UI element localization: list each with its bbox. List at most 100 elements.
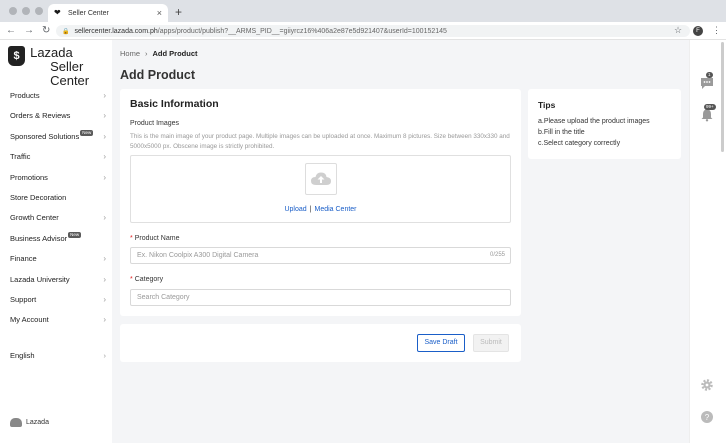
sidebar-item-lazada-university[interactable]: Lazada University › [0, 270, 112, 290]
help-button[interactable]: ? [700, 410, 714, 424]
chat-count-badge: 1 [706, 72, 713, 78]
brand-name: Lazada [30, 45, 73, 60]
sidebar-item-label: Business Advisor [10, 233, 68, 243]
sidebar-item-sponsored-solutions[interactable]: Sponsored Solutions New › [0, 127, 112, 147]
help-icon: ? [701, 411, 713, 423]
product-images-description: This is the main image of your product p… [130, 133, 510, 150]
close-tab-icon[interactable]: × [157, 8, 162, 18]
forward-icon[interactable]: → [24, 25, 34, 36]
category-search-input[interactable]: Search Category [130, 289, 511, 306]
sidebar-item-label: Lazada University [10, 274, 70, 284]
character-count: 0/255 [489, 252, 505, 258]
url-input[interactable]: 🔒 sellercenter.lazada.com.ph/apps/produc… [56, 25, 690, 37]
sidebar-item-label: Promotions [10, 172, 48, 182]
submit-button[interactable]: Submit [473, 334, 509, 352]
sidebar-item-support[interactable]: Support › [0, 290, 112, 310]
section-heading: Basic Information [130, 98, 219, 110]
required-asterisk: * [130, 235, 133, 242]
profile-avatar[interactable]: F [693, 26, 703, 36]
category-label-text: Category [134, 276, 164, 283]
chevron-right-icon: › [103, 274, 106, 284]
scrollbar[interactable] [721, 42, 724, 152]
save-draft-button[interactable]: Save Draft [417, 334, 465, 352]
browser-tab-bar: ❤ Seller Center × + [0, 0, 726, 22]
sidebar-item-promotions[interactable]: Promotions › [0, 168, 112, 188]
window-controls[interactable] [9, 7, 43, 15]
media-center-link[interactable]: Media Center [314, 206, 356, 213]
sidebar-menu: Products › Orders & Reviews › Sponsored So… [0, 86, 112, 331]
language-selector[interactable]: English › [0, 348, 112, 364]
tips-card: Tips a.Please upload the product images … [528, 89, 681, 159]
link-divider: | [309, 206, 312, 213]
browser-menu-icon[interactable]: ⋮ [712, 25, 721, 36]
lazada-bag-icon: $ [8, 46, 26, 66]
address-bar: ← → ↻ 🔒 sellercenter.lazada.com.ph/apps/… [0, 22, 726, 40]
basic-information-card: Basic Information Product Images This is… [120, 89, 521, 316]
required-asterisk: * [130, 276, 133, 283]
breadcrumb-home[interactable]: Home [120, 49, 140, 58]
chevron-right-icon: › [103, 213, 106, 223]
bell-icon [701, 109, 713, 122]
lazada-favicon-icon: ❤ [54, 8, 61, 17]
sidebar-item-label: Finance [10, 254, 37, 264]
sidebar-item-label: Sponsored Solutions [10, 131, 80, 141]
main-content: Home › Add Product Add Product Basic Infor… [112, 40, 689, 443]
tip-item: a.Please upload the product images [538, 118, 650, 125]
tip-item: b.Fill in the title [538, 129, 585, 137]
category-placeholder: Search Category [137, 294, 190, 301]
footer-logo: Lazada [10, 418, 49, 427]
chevron-right-icon: › [103, 131, 106, 141]
breadcrumb-current: Add Product [152, 49, 198, 58]
tips-list: a.Please upload the product images b.Fil… [538, 116, 650, 150]
chevron-right-icon: › [103, 111, 106, 121]
chevron-right-icon: › [103, 294, 106, 304]
tips-heading: Tips [538, 100, 556, 110]
new-tab-icon[interactable]: + [175, 5, 182, 19]
back-icon[interactable]: ← [6, 25, 16, 36]
language-label: English [10, 351, 35, 360]
upload-link[interactable]: Upload [284, 206, 306, 213]
sidebar-item-finance[interactable]: Finance › [0, 249, 112, 269]
settings-button[interactable] [700, 378, 714, 392]
chat-icon [701, 78, 713, 89]
product-name-placeholder: Ex. Nikon Coolpix A300 Digital Camera [137, 252, 259, 259]
browser-tab[interactable]: ❤ Seller Center × [48, 4, 168, 22]
product-name-label: * Product Name [130, 235, 179, 242]
new-badge: New [68, 231, 82, 238]
upload-image-button[interactable] [305, 163, 337, 195]
sidebar-item-traffic[interactable]: Traffic › [0, 147, 112, 167]
sidebar-item-business-advisor[interactable]: Business Advisor New [0, 229, 112, 249]
action-bar: Save Draft Submit [120, 324, 521, 362]
tip-item: c.Select category correctly [538, 140, 621, 148]
chevron-right-icon: › [103, 254, 106, 264]
bookmark-star-icon[interactable]: ☆ [674, 25, 682, 36]
page-title: Add Product [120, 68, 195, 82]
sidebar-item-label: Store Decoration [10, 192, 67, 202]
url-path: /apps/product/publish?__ARMS_PID__=giiyr… [157, 27, 447, 35]
sidebar-item-label: Products [10, 91, 40, 100]
reload-icon[interactable]: ↻ [42, 25, 50, 36]
chevron-right-icon: › [103, 351, 107, 360]
breadcrumb-separator-icon: › [145, 49, 148, 58]
notification-count-badge: 99+ [704, 104, 716, 110]
notifications-button[interactable]: 99+ [700, 104, 716, 122]
product-name-input[interactable]: Ex. Nikon Coolpix A300 Digital Camera 0/… [130, 247, 511, 264]
chevron-right-icon: › [103, 152, 106, 162]
footer-brand-name: Lazada [26, 419, 49, 426]
right-rail: 1 99+ ? [689, 40, 726, 443]
sidebar-item-growth-center[interactable]: Growth Center › [0, 208, 112, 228]
lazada-heart-icon [10, 418, 22, 427]
breadcrumb: Home › Add Product [120, 49, 198, 58]
sidebar-item-my-account[interactable]: My Account › [0, 310, 112, 330]
sidebar-item-store-decoration[interactable]: Store Decoration [0, 188, 112, 208]
chevron-right-icon: › [103, 315, 106, 325]
sidebar-item-orders-reviews[interactable]: Orders & Reviews › [0, 106, 112, 126]
sidebar-item-products[interactable]: Products › [0, 86, 112, 106]
brand-logo[interactable]: $ Lazada Seller Center [8, 46, 112, 88]
cloud-upload-icon [311, 172, 331, 185]
product-name-label-text: Product Name [134, 235, 180, 242]
image-dropzone[interactable]: Upload | Media Center [130, 155, 511, 223]
svg-text:?: ? [705, 413, 710, 422]
chat-button[interactable]: 1 [700, 72, 714, 90]
sidebar-item-label: Support [10, 294, 37, 304]
